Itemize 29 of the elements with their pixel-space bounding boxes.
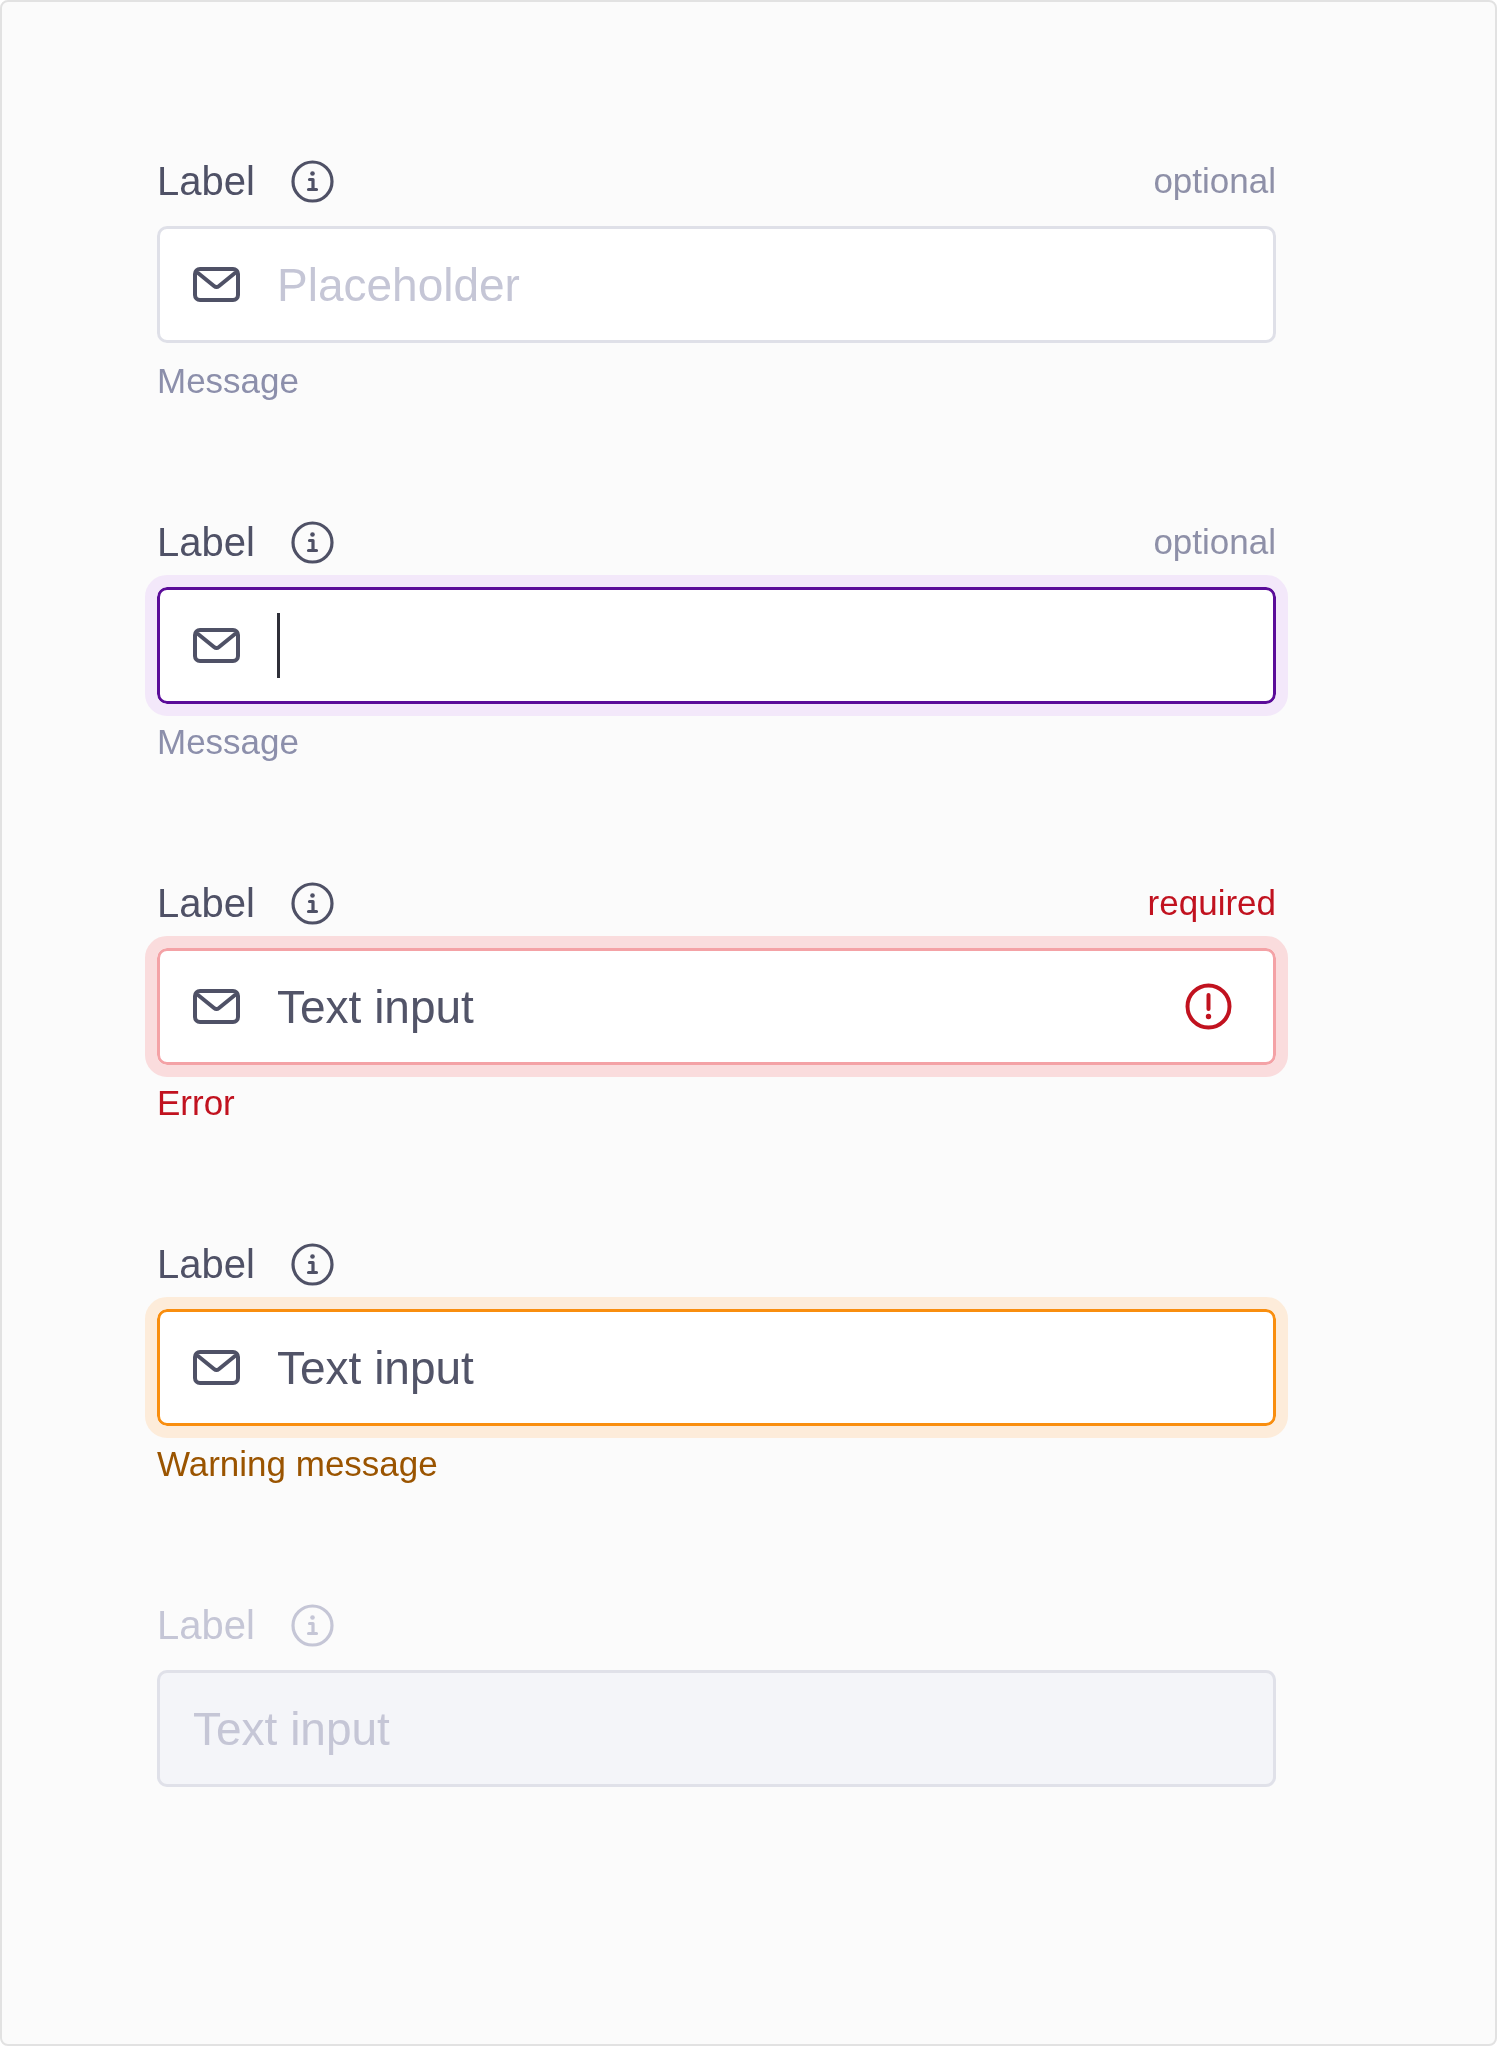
helper-message: Error xyxy=(156,1083,236,1123)
field-label: Label xyxy=(157,1241,255,1288)
info-icon xyxy=(290,1603,334,1647)
error-icon xyxy=(1185,983,1232,1030)
field-requirement-text: optional xyxy=(1153,521,1276,563)
text-input[interactable]: Placeholder xyxy=(277,254,1232,315)
field-label: Label xyxy=(157,158,255,205)
text-input-field[interactable] xyxy=(145,575,1288,716)
text-input[interactable]: Text input xyxy=(277,1337,1232,1398)
field-requirement-text: optional xyxy=(1153,160,1276,202)
envelope-icon xyxy=(193,1350,240,1385)
info-icon xyxy=(290,881,334,925)
helper-message: Message xyxy=(156,361,301,401)
text-input-field[interactable]: Text input xyxy=(145,1297,1288,1438)
envelope-icon xyxy=(193,267,240,302)
envelope-icon xyxy=(193,989,240,1024)
text-input[interactable]: Text input xyxy=(277,976,1173,1037)
info-icon xyxy=(290,159,334,203)
field-label: Label xyxy=(157,519,255,566)
field-label: Label xyxy=(157,880,255,927)
text-input-field[interactable]: Placeholder xyxy=(157,226,1276,343)
info-icon xyxy=(290,520,334,564)
helper-message: Message xyxy=(156,722,301,762)
text-input-field[interactable]: Text input xyxy=(145,936,1288,1077)
text-cursor-icon xyxy=(277,613,280,678)
info-icon xyxy=(290,1242,334,1286)
envelope-icon xyxy=(193,628,240,663)
helper-message: Warning message xyxy=(156,1444,439,1484)
field-requirement-text: required xyxy=(1147,882,1276,924)
